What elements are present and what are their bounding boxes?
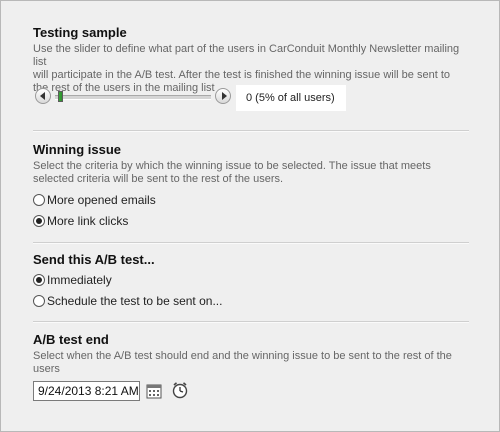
slider-increase-button[interactable] (215, 88, 231, 104)
radio-button[interactable] (33, 215, 45, 227)
winning-issue-section: Winning issue Select the criteria by whi… (33, 142, 469, 186)
winning-issue-desc-line: selected criteria will be sent to the re… (33, 173, 284, 185)
divider (33, 242, 469, 244)
slider-decrease-button[interactable] (35, 88, 51, 104)
test-end-desc-line: users (33, 363, 60, 375)
test-end-desc-line: Select when the A/B test should end and … (33, 350, 452, 362)
winning-issue-desc-line: Select the criteria by which the winning… (33, 160, 431, 172)
winning-issue-title: Winning issue (33, 142, 121, 157)
test-end-section: A/B test end Select when the A/B test sh… (33, 332, 469, 376)
winning-issue-description: Select the criteria by which the winning… (33, 160, 469, 186)
radio-button[interactable] (33, 194, 45, 206)
test-end-description: Select when the A/B test should end and … (33, 350, 469, 376)
test-end-title: A/B test end (33, 332, 109, 347)
slider-thumb[interactable] (58, 91, 63, 102)
radio-label: More opened emails (47, 193, 156, 207)
radio-schedule-test[interactable]: Schedule the test to be sent on... (33, 293, 222, 309)
radio-more-link-clicks[interactable]: More link clicks (33, 213, 128, 229)
send-test-title: Send this A/B test... (33, 252, 155, 267)
chevron-left-icon (40, 92, 45, 100)
send-test-section: Send this A/B test... (33, 252, 469, 268)
divider (33, 130, 469, 132)
divider (33, 321, 469, 323)
radio-more-opened-emails[interactable]: More opened emails (33, 192, 156, 208)
radio-label: More link clicks (47, 214, 129, 228)
radio-button[interactable] (33, 295, 45, 307)
radio-button[interactable] (33, 274, 45, 286)
radio-label: Schedule the test to be sent on... (47, 294, 223, 308)
clock-icon[interactable] (171, 381, 189, 399)
slider-value-label: 0 (5% of all users) (236, 85, 346, 111)
end-date-input[interactable]: 9/24/2013 8:21 AM (33, 381, 140, 401)
ab-test-settings-panel: Testing sample Use the slider to define … (0, 0, 500, 432)
testing-sample-desc-line: Use the slider to define what part of th… (33, 43, 460, 68)
calendar-icon[interactable] (146, 383, 162, 399)
chevron-right-icon (222, 92, 227, 100)
radio-immediately[interactable]: Immediately (33, 272, 112, 288)
radio-label: Immediately (47, 273, 112, 287)
testing-sample-desc-line: will participate in the A/B test. After … (33, 69, 450, 81)
testing-sample-title: Testing sample (33, 25, 127, 40)
slider-track[interactable] (55, 95, 211, 100)
